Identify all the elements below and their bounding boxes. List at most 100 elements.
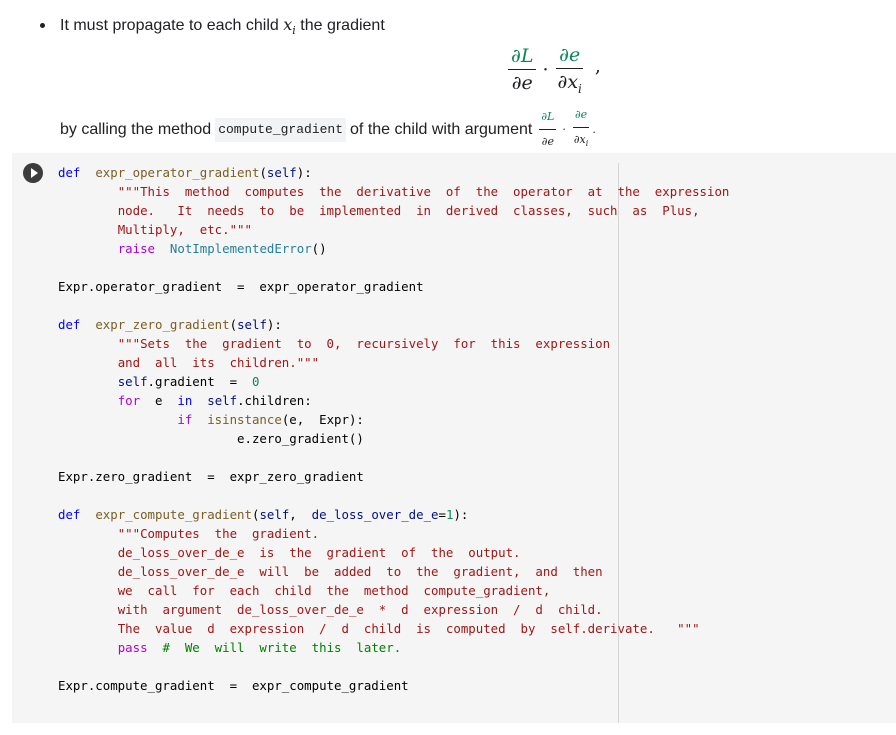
- token-keyword: def: [58, 507, 81, 522]
- token-code-text: [148, 640, 163, 655]
- token-code-text: .gradient =: [147, 374, 252, 389]
- token-string: """Computes the gradient.: [117, 526, 320, 541]
- token-code-text: Expr.operator_gradient = expr_operator_g…: [58, 279, 424, 294]
- token-code-text: [58, 184, 118, 199]
- code-line: Expr.zero_gradient = expr_zero_gradient: [58, 467, 729, 486]
- token-function-name: expr_compute_gradient: [95, 507, 252, 522]
- token-string: de_loss_over_de_e is the gradient of the…: [117, 545, 521, 560]
- token-code-text: [155, 241, 170, 256]
- inline-formula: ∂L ∂e · ∂e ∂xi .: [537, 104, 596, 155]
- denominator: ∂e: [511, 72, 533, 95]
- token-string: node. It needs to be implemented in deri…: [117, 203, 700, 218]
- formula-period: .: [592, 122, 596, 136]
- paragraph-line: by calling the method compute_gradient o…: [60, 104, 596, 155]
- token-string: de_loss_over_de_e will be added to the g…: [117, 564, 603, 579]
- token-code-text: [58, 602, 118, 617]
- bullet-text: It must propagate to each child xi the g…: [60, 14, 385, 42]
- token-function-name: expr_zero_gradient: [95, 317, 230, 332]
- run-cell-button[interactable]: [23, 163, 43, 183]
- token-code-text: (): [311, 241, 327, 256]
- code-line: node. It needs to be implemented in deri…: [58, 201, 729, 220]
- token-class-name: NotImplementedError: [169, 241, 312, 256]
- token-parameter: self: [207, 393, 238, 408]
- token-code-text: Expr.compute_gradient = expr_compute_gra…: [58, 678, 409, 693]
- math-var-xi: xi: [283, 15, 296, 37]
- token-string: and all its children.""": [117, 355, 320, 370]
- numerator: ∂L: [539, 106, 557, 131]
- code-line: we call for each child the method comput…: [58, 581, 729, 600]
- code-line: """This method computes the derivative o…: [58, 182, 730, 201]
- token-code-text: [192, 393, 207, 408]
- token-code-text: [58, 640, 118, 655]
- text-before-code: by calling the method: [60, 120, 212, 138]
- token-parameter: self: [237, 317, 267, 332]
- token-control-keyword: for: [117, 393, 141, 408]
- markdown-cell: It must propagate to each child xi the g…: [0, 0, 896, 150]
- token-code-text: [58, 393, 118, 408]
- token-string: we call for each child the method comput…: [117, 583, 551, 598]
- code-line: raise NotImplementedError(): [58, 239, 729, 258]
- token-code-text: [80, 317, 95, 332]
- token-code-text: [80, 507, 95, 522]
- token-code-text: e.zero_gradient(): [58, 431, 364, 446]
- denominator-sub: i: [585, 139, 589, 149]
- token-code-text: [58, 583, 118, 598]
- code-line: def expr_zero_gradient(self):: [58, 315, 729, 334]
- token-code-text: [58, 621, 118, 636]
- inline-code: compute_gradient: [215, 117, 347, 142]
- fraction-de-dxi: ∂e ∂xi: [555, 44, 585, 96]
- token-code-text: .children:: [237, 393, 312, 408]
- token-code-text: Expr.zero_gradient = expr_zero_gradient: [58, 469, 364, 484]
- token-control-keyword: if: [177, 412, 193, 427]
- code-line: The value d expression / d child is comp…: [58, 619, 729, 638]
- token-code-text: (: [229, 317, 238, 332]
- cdot: ·: [562, 122, 566, 136]
- code-line: def expr_operator_gradient(self):: [58, 163, 729, 182]
- token-keyword: def: [58, 165, 81, 180]
- token-code-text: ):: [266, 317, 282, 332]
- token-code-text: (: [259, 165, 267, 180]
- code-line: if isinstance(e, Expr):: [58, 410, 729, 429]
- token-comment: # We will write this later.: [162, 640, 402, 655]
- token-control-keyword: raise: [117, 241, 155, 256]
- code-editor[interactable]: def expr_operator_gradient(self): """Thi…: [58, 163, 729, 695]
- bullet-text-after: the gradient: [295, 17, 385, 34]
- token-code-text: [58, 545, 118, 560]
- bullet-text-before: It must propagate to each child: [60, 17, 284, 34]
- token-code-text: [58, 203, 118, 218]
- code-line: Multiply, etc.""": [58, 220, 729, 239]
- denominator-base: ∂x: [573, 133, 586, 146]
- token-code-text: ):: [453, 507, 469, 522]
- numerator: ∂L: [508, 45, 537, 71]
- token-function-name: expr_operator_gradient: [95, 165, 260, 180]
- numerator: ∂e: [556, 44, 584, 69]
- code-line: def expr_compute_gradient(self, de_loss_…: [58, 505, 729, 524]
- denominator-sub: i: [578, 81, 582, 96]
- token-function-name: isinstance: [207, 412, 282, 427]
- code-line: """Computes the gradient.: [58, 524, 729, 543]
- display-formula: ∂L ∂e · ∂e ∂xi ,: [506, 44, 601, 96]
- fraction-dL-de: ∂L ∂e: [539, 106, 557, 153]
- math-var: x: [283, 15, 293, 34]
- token-code-text: (e, Expr):: [281, 412, 364, 427]
- token-keyword: def: [58, 317, 81, 332]
- token-code-text: [58, 336, 118, 351]
- token-code-text: [58, 564, 118, 579]
- denominator: ∂e: [541, 135, 554, 149]
- token-keyword: in: [177, 393, 193, 408]
- formula-comma: ,: [594, 54, 601, 77]
- code-line: de_loss_over_de_e will be added to the g…: [58, 562, 729, 581]
- text-after-code: of the child with argument: [350, 120, 533, 138]
- token-code-text: [80, 165, 95, 180]
- code-line: with argument de_loss_over_de_e * d expr…: [58, 600, 729, 619]
- code-line: and all its children.""": [58, 353, 729, 372]
- code-line: de_loss_over_de_e is the gradient of the…: [58, 543, 729, 562]
- token-code-text: [58, 412, 177, 427]
- token-code-text: [58, 241, 118, 256]
- bullet-dot-icon: [40, 23, 45, 28]
- token-parameter: de_loss_over_de_e: [311, 507, 439, 522]
